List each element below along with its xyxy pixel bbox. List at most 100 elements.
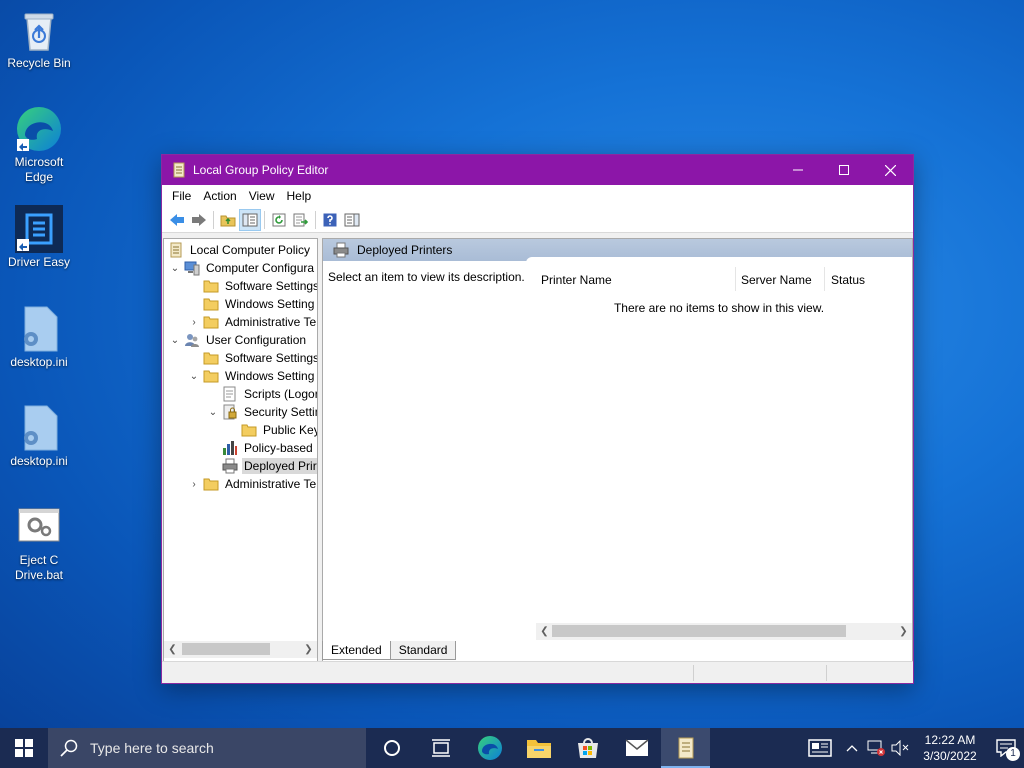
maximize-button[interactable] (821, 155, 867, 185)
minimize-button[interactable] (775, 155, 821, 185)
folder-icon (203, 370, 219, 383)
back-button[interactable] (166, 209, 188, 231)
help-button[interactable] (319, 209, 341, 231)
tab-extended[interactable]: Extended (322, 641, 391, 660)
tree-item-scripts[interactable]: Scripts (Logor (206, 385, 317, 403)
printer-icon (333, 242, 349, 258)
cortana-button[interactable] (367, 728, 416, 768)
refresh-button[interactable] (268, 209, 290, 231)
printer-list[interactable]: Printer Name Server Name Status There ar… (526, 257, 912, 643)
title-bar[interactable]: Local Group Policy Editor (162, 155, 913, 185)
taskbar-mail[interactable] (612, 728, 661, 768)
system-clock[interactable]: 12:22 AM 3/30/2022 (912, 732, 988, 764)
driver-easy-icon (15, 205, 63, 253)
taskbar-search-box[interactable]: Type here to search (48, 728, 366, 768)
scroll-right-icon[interactable]: ❯ (300, 641, 317, 658)
system-tray: 12:22 AM 3/30/2022 1 (800, 728, 1024, 768)
show-hide-console-tree-button[interactable] (239, 208, 261, 231)
toolbar-separator (213, 210, 214, 229)
start-button[interactable] (0, 728, 48, 768)
tree-item-policy-based-qos[interactable]: Policy-based (206, 439, 315, 457)
scroll-left-icon[interactable]: ❮ (164, 641, 181, 658)
security-icon (223, 404, 237, 420)
settings-file-icon (15, 305, 63, 353)
up-one-level-button[interactable] (217, 209, 239, 231)
tree-item-label: Local Computer Policy (190, 243, 311, 257)
forward-button[interactable] (188, 209, 210, 231)
list-horizontal-scrollbar[interactable]: ❮ ❯ (536, 623, 912, 640)
desktop-icon-recycle-bin[interactable]: Recycle Bin (1, 6, 77, 71)
tree-item-administrative-templates-user[interactable]: › Administrative Te (187, 475, 317, 493)
desktop-icon-label: Driver Easy (7, 255, 70, 269)
menu-view[interactable]: View (243, 189, 281, 203)
column-divider[interactable] (735, 267, 736, 291)
scroll-left-icon[interactable]: ❮ (536, 623, 553, 640)
show-hide-action-pane-button[interactable] (341, 209, 363, 231)
menu-action[interactable]: Action (197, 189, 242, 203)
settings-file-icon (15, 404, 63, 452)
chevron-down-icon[interactable]: ⌄ (168, 261, 182, 275)
tree-item-label: Software Settings (225, 351, 318, 365)
column-printer-name[interactable]: Printer Name (541, 271, 612, 289)
folder-icon (203, 478, 219, 491)
scrollbar-thumb[interactable] (552, 625, 846, 637)
notification-badge: 1 (1006, 747, 1020, 761)
taskbar-edge[interactable] (465, 728, 514, 768)
tree-item-deployed-printers[interactable]: Deployed Prir (206, 457, 317, 475)
action-center-button[interactable]: 1 (988, 728, 1024, 768)
show-hidden-icons-button[interactable] (840, 728, 864, 768)
desktop-icon-label: Recycle Bin (7, 56, 71, 70)
scroll-right-icon[interactable]: ❯ (895, 623, 912, 640)
menu-file[interactable]: File (166, 189, 197, 203)
taskbar-microsoft-store[interactable] (563, 728, 612, 768)
desktop-icon-eject-c-drive[interactable]: Eject C Drive.bat (1, 503, 77, 583)
column-server-name[interactable]: Server Name (741, 271, 812, 289)
users-icon (185, 334, 199, 347)
column-status[interactable]: Status (831, 271, 865, 289)
tree-item-label: Policy-based (244, 441, 313, 455)
close-button[interactable] (867, 155, 913, 185)
desktop-icon-driver-easy[interactable]: Driver Easy (1, 205, 77, 270)
tree-item-security-settings[interactable]: ⌄ Security Settin (206, 403, 317, 421)
chevron-right-icon[interactable]: › (187, 315, 201, 329)
script-icon (223, 386, 236, 402)
minimize-icon (793, 169, 803, 171)
chevron-down-icon[interactable]: ⌄ (187, 369, 201, 383)
desktop-icon-label: desktop.ini (10, 355, 68, 369)
export-list-button[interactable] (290, 209, 312, 231)
chevron-right-icon[interactable]: › (187, 477, 201, 491)
view-tabs: Extended Standard (322, 641, 457, 661)
scrollbar-thumb[interactable] (182, 643, 270, 655)
chevron-down-icon[interactable]: ⌄ (206, 405, 220, 419)
taskbar-group-policy-editor[interactable] (661, 728, 710, 768)
tree-item-user-configuration[interactable]: ⌄ User Configuration (168, 331, 308, 349)
desktop-icon-desktop-ini-2[interactable]: desktop.ini (1, 404, 77, 469)
desktop-icon-microsoft-edge[interactable]: Microsoft Edge (1, 105, 77, 185)
tree-horizontal-scrollbar[interactable]: ❮ ❯ (164, 641, 317, 658)
news-widget-button[interactable] (800, 728, 840, 768)
volume-button[interactable] (888, 728, 912, 768)
task-view-button[interactable] (416, 728, 465, 768)
column-divider[interactable] (824, 267, 825, 291)
menu-help[interactable]: Help (281, 189, 318, 203)
file-explorer-icon (526, 740, 551, 758)
desktop-icon-desktop-ini-1[interactable]: desktop.ini (1, 305, 77, 370)
tree-item-windows-settings[interactable]: Windows Setting (187, 295, 316, 313)
taskbar-file-explorer[interactable] (514, 728, 563, 768)
tree-item-software-settings-user[interactable]: Software Settings (187, 349, 318, 367)
tree-item-software-settings[interactable]: Software Settings (187, 277, 317, 295)
tree-item-administrative-templates[interactable]: › Administrative Te (187, 313, 317, 331)
network-status-button[interactable] (864, 728, 888, 768)
tree-item-public-key-policies[interactable]: Public Key (225, 421, 317, 439)
status-cell (693, 665, 694, 681)
tree-item-label: Windows Setting (225, 369, 315, 383)
chevron-up-icon (846, 745, 858, 752)
tree-item-computer-configuration[interactable]: ⌄ Computer Configura (168, 259, 316, 277)
tree-item-label: Computer Configura (206, 261, 315, 275)
group-policy-editor-window: Local Group Policy Editor File Action Vi… (161, 154, 914, 684)
chevron-down-icon[interactable]: ⌄ (168, 333, 182, 347)
tree-item-local-computer-policy[interactable]: Local Computer Policy (166, 241, 312, 259)
tab-standard[interactable]: Standard (389, 641, 457, 660)
tree-item-windows-settings-user[interactable]: ⌄ Windows Setting (187, 367, 316, 385)
policy-editor-app-icon (173, 162, 185, 178)
